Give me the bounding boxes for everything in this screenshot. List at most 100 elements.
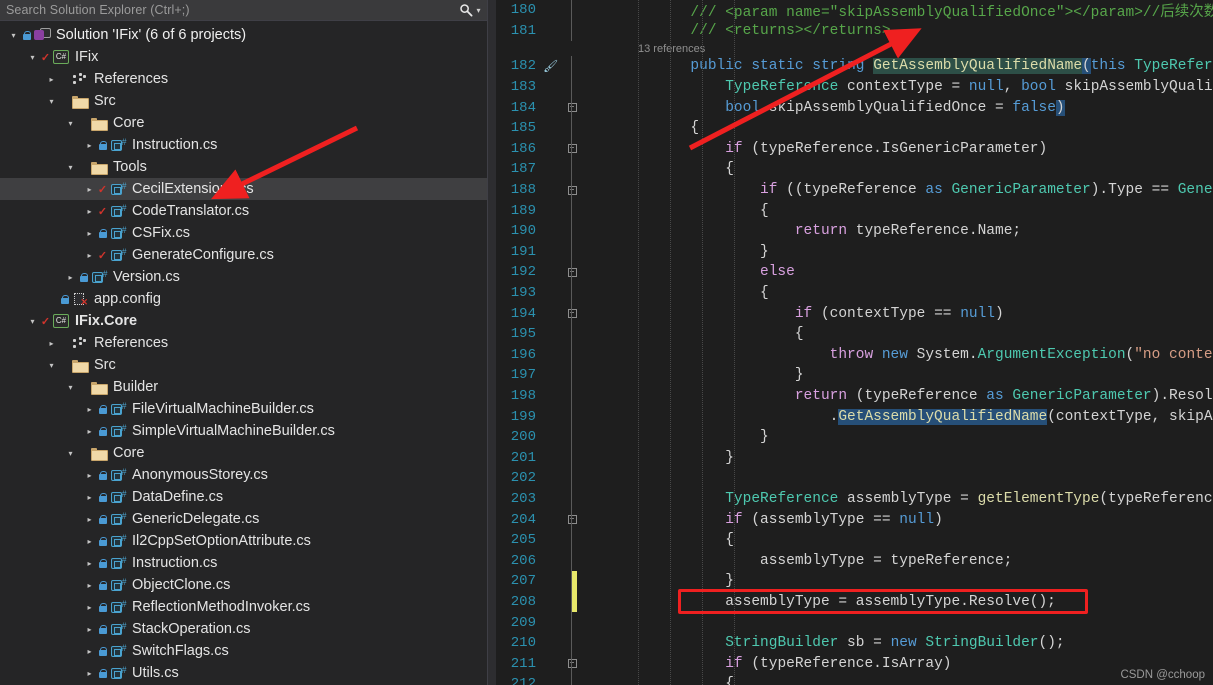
code-line-197[interactable]: 197 }	[490, 365, 1213, 386]
tree-item-switchflags-cs[interactable]: ▸ # SwitchFlags.cs	[0, 640, 487, 662]
glyph-margin[interactable]	[542, 530, 560, 551]
collapse-toggle-icon[interactable]: −	[567, 185, 577, 195]
code-line-183[interactable]: 183 TypeReference contextType = null, bo…	[490, 76, 1213, 98]
chevron-down-icon[interactable]: ▾	[44, 361, 59, 370]
tree-item-core[interactable]: ▾ Core	[0, 112, 487, 134]
tree-item-references[interactable]: ▸ References	[0, 332, 487, 354]
code-line-208[interactable]: 208 assemblyType = assemblyType.Resolve(…	[490, 591, 1213, 613]
fold-margin[interactable]: −	[560, 97, 584, 118]
glyph-margin[interactable]	[542, 509, 560, 530]
tree-item-utils-cs[interactable]: ▸ # Utils.cs	[0, 662, 487, 684]
fold-margin[interactable]	[560, 220, 584, 242]
code-text[interactable]: {	[584, 285, 1213, 301]
code-line-180[interactable]: 180 /// <param name="skipAssemblyQualifi…	[490, 0, 1213, 21]
chevron-right-icon[interactable]: ▸	[82, 141, 97, 150]
code-line-189[interactable]: 189 {	[490, 200, 1213, 221]
chevron-right-icon[interactable]: ▸	[63, 273, 78, 282]
tree-item-tools[interactable]: ▾ Tools	[0, 156, 487, 178]
collapse-toggle-icon[interactable]: −	[567, 659, 577, 669]
solution-explorer-search-bar[interactable]: ▾	[0, 0, 487, 21]
code-text[interactable]: if ((typeReference as GenericParameter).…	[584, 182, 1213, 198]
glyph-margin[interactable]	[542, 159, 560, 180]
glyph-margin[interactable]	[542, 200, 560, 221]
glyph-margin[interactable]	[542, 633, 560, 654]
glyph-margin[interactable]	[542, 386, 560, 407]
glyph-margin[interactable]: 🖌	[542, 56, 560, 77]
code-line-201[interactable]: 201 }	[490, 447, 1213, 469]
tree-item-genericdelegate-cs[interactable]: ▸ # GenericDelegate.cs	[0, 508, 487, 530]
collapse-toggle-icon[interactable]: −	[567, 103, 577, 113]
code-text[interactable]: public static string GetAssemblyQualifie…	[584, 58, 1213, 75]
code-editor[interactable]: 180 /// <param name="skipAssemblyQualifi…	[490, 0, 1213, 685]
fold-margin[interactable]	[560, 426, 584, 448]
fold-margin[interactable]	[560, 612, 584, 633]
code-text[interactable]: }	[584, 367, 1213, 383]
chevron-right-icon[interactable]: ▸	[82, 647, 97, 656]
collapse-toggle-icon[interactable]: −	[567, 144, 577, 154]
chevron-down-icon[interactable]: ▾	[25, 317, 40, 326]
chevron-right-icon[interactable]: ▸	[82, 207, 97, 216]
tree-item-builder[interactable]: ▾ Builder	[0, 376, 487, 398]
code-line-198[interactable]: 198 return (typeReference as GenericPara…	[490, 385, 1213, 407]
code-text[interactable]: }	[584, 573, 1213, 589]
code-text[interactable]: bool skipAssemblyQualifiedOnce = false)	[584, 99, 1213, 116]
chevron-down-icon[interactable]: ▾	[63, 163, 78, 172]
code-text[interactable]: {	[584, 161, 1213, 177]
code-line-211[interactable]: 211 − if (typeReference.IsArray)	[490, 653, 1213, 674]
tree-item-filevirtualmachinebuilder-cs[interactable]: ▸ # FileVirtualMachineBuilder.cs	[0, 398, 487, 420]
fold-margin[interactable]	[560, 241, 584, 263]
code-lines-container[interactable]: 180 /// <param name="skipAssemblyQualifi…	[490, 0, 1213, 685]
code-line-187[interactable]: 187 {	[490, 159, 1213, 180]
fold-margin[interactable]	[560, 550, 584, 572]
chevron-right-icon[interactable]: ▸	[82, 515, 97, 524]
tree-item-instruction-cs[interactable]: ▸ # Instruction.cs	[0, 134, 487, 156]
code-text[interactable]: }	[584, 244, 1213, 260]
glyph-margin[interactable]	[542, 612, 560, 633]
chevron-down-icon[interactable]: ▾	[25, 53, 40, 62]
chevron-right-icon[interactable]: ▸	[44, 339, 59, 348]
code-line-206[interactable]: 206 assemblyType = typeReference;	[490, 550, 1213, 572]
glyph-margin[interactable]	[542, 365, 560, 386]
tree-item-version-cs[interactable]: ▸ # Version.cs	[0, 266, 487, 288]
glyph-margin[interactable]	[542, 139, 560, 160]
code-text[interactable]: if (typeReference.IsArray)	[584, 656, 1213, 672]
code-line-210[interactable]: 210 StringBuilder sb = new StringBuilder…	[490, 632, 1213, 654]
code-text[interactable]: if (assemblyType == null)	[584, 512, 1213, 528]
search-input[interactable]	[6, 3, 458, 17]
code-line-194[interactable]: 194 − if (contextType == null)	[490, 303, 1213, 324]
code-line-181[interactable]: 181 /// <returns></returns>	[490, 20, 1213, 42]
chevron-right-icon[interactable]: ▸	[82, 493, 97, 502]
tree-item-anonymousstorey-cs[interactable]: ▸ # AnonymousStorey.cs	[0, 464, 487, 486]
fold-margin[interactable]	[560, 200, 584, 221]
collapse-toggle-icon[interactable]: −	[567, 309, 577, 319]
solution-tree[interactable]: ▾ Solution 'IFix' (6 of 6 projects) ▾ ✓ C# IF…	[0, 21, 487, 685]
glyph-margin[interactable]	[542, 324, 560, 345]
chevron-down-icon[interactable]: ▾	[6, 31, 21, 40]
chevron-right-icon[interactable]: ▸	[44, 75, 59, 84]
tree-item-instruction-cs[interactable]: ▸ # Instruction.cs	[0, 552, 487, 574]
collapse-toggle-icon[interactable]: −	[567, 515, 577, 525]
fold-margin[interactable]: −	[560, 262, 584, 283]
code-text[interactable]: else	[584, 264, 1213, 280]
tree-item-simplevirtualmachinebuilder-cs[interactable]: ▸ # SimpleVirtualMachineBuilder.cs	[0, 420, 487, 442]
code-line-209[interactable]: 209	[490, 612, 1213, 633]
code-line-199[interactable]: 199 .GetAssemblyQualifiedName(contextTyp…	[490, 406, 1213, 427]
chevron-down-icon[interactable]: ▾	[474, 2, 483, 18]
code-text[interactable]: /// <returns></returns>	[584, 23, 1213, 39]
fold-margin[interactable]	[560, 632, 584, 654]
glyph-margin[interactable]	[542, 283, 560, 304]
tree-item-core[interactable]: ▾ Core	[0, 442, 487, 464]
tree-item-src[interactable]: ▾ Src	[0, 90, 487, 112]
glyph-margin[interactable]	[542, 653, 560, 674]
code-text[interactable]: /// <param name="skipAssemblyQualifiedOn…	[584, 0, 1213, 21]
chevron-right-icon[interactable]: ▸	[82, 559, 97, 568]
chevron-down-icon[interactable]: ▾	[44, 97, 59, 106]
glyph-margin[interactable]	[542, 21, 560, 42]
glyph-margin[interactable]	[542, 97, 560, 118]
glyph-margin[interactable]	[542, 674, 560, 685]
code-text[interactable]: TypeReference assemblyType = getElementT…	[584, 491, 1213, 507]
glyph-margin[interactable]	[542, 118, 560, 139]
bookmark-pin-icon[interactable]: 🖌	[543, 59, 558, 74]
tree-item-references[interactable]: ▸ References	[0, 68, 487, 90]
chevron-right-icon[interactable]: ▸	[82, 251, 97, 260]
